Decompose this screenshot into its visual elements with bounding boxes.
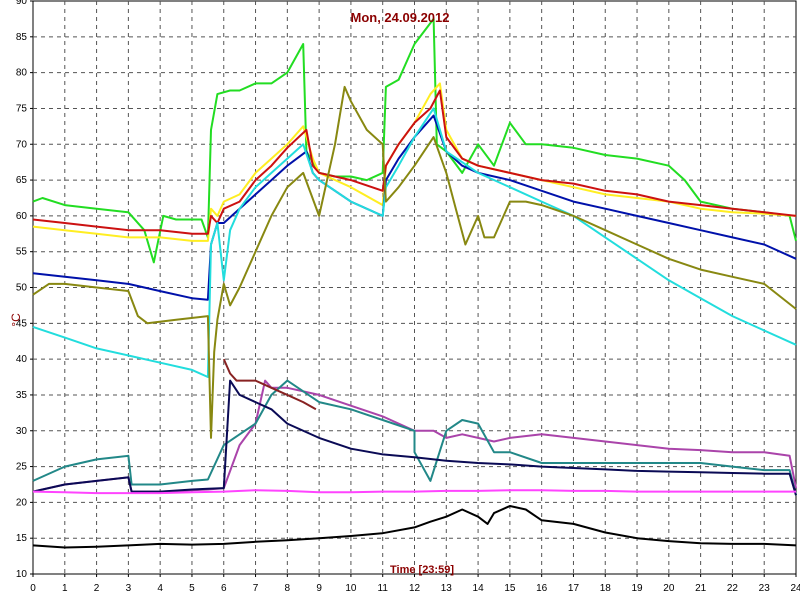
x-tick-label: 9 — [316, 583, 322, 594]
y-tick-label: 75 — [16, 103, 28, 114]
temperature-chart: 1015202530354045505560657075808590 01234… — [9, 0, 800, 594]
y-tick-label: 65 — [16, 175, 28, 186]
x-tick-label: 0 — [30, 583, 36, 594]
y-tick-label: 25 — [16, 462, 28, 473]
x-tick-label: 11 — [378, 583, 389, 594]
x-tick-label: 1 — [62, 583, 68, 594]
x-tick-label: 10 — [345, 583, 357, 594]
y-tick-labels: 1015202530354045505560657075808590 — [16, 0, 33, 580]
x-tick-label: 6 — [221, 583, 227, 594]
x-tick-label: 24 — [790, 583, 800, 594]
y-tick-label: 30 — [16, 426, 28, 437]
x-tick-label: 3 — [126, 583, 132, 594]
x-tick-label: 18 — [600, 583, 612, 594]
x-tick-label: 4 — [157, 583, 163, 594]
y-tick-label: 80 — [16, 68, 28, 79]
x-tick-label: 23 — [759, 583, 771, 594]
y-axis-label: °C — [9, 313, 23, 327]
x-tick-label: 13 — [441, 583, 453, 594]
x-tick-label: 15 — [504, 583, 516, 594]
x-tick-labels: 0 1 2 3 4 5 6 7 8 9 10 11 12 13 14 15 16 17 18 19 20 21 22 23 24 — [30, 574, 800, 594]
x-tick-label: 14 — [473, 583, 485, 594]
x-tick-label: 19 — [631, 583, 643, 594]
x-tick-label: 12 — [409, 583, 421, 594]
y-tick-label: 10 — [16, 569, 28, 580]
x-tick-label: 2 — [94, 583, 100, 594]
chart-title: Mon, 24.09.2012 — [351, 10, 450, 25]
x-tick-label: 17 — [568, 583, 580, 594]
x-tick-label: 5 — [189, 583, 195, 594]
y-tick-label: 15 — [16, 533, 28, 544]
x-axis-label: Time [23:59] — [390, 564, 454, 576]
x-tick-label: 8 — [285, 583, 291, 594]
y-tick-label: 70 — [16, 139, 28, 150]
x-tick-label: 22 — [727, 583, 739, 594]
x-tick-label: 21 — [695, 583, 707, 594]
x-tick-label: 7 — [253, 583, 259, 594]
y-tick-label: 35 — [16, 390, 28, 401]
y-tick-label: 90 — [16, 0, 28, 7]
y-tick-label: 60 — [16, 211, 28, 222]
y-tick-label: 50 — [16, 283, 28, 294]
x-tick-label: 16 — [536, 583, 548, 594]
y-tick-label: 20 — [16, 497, 28, 508]
y-tick-label: 40 — [16, 354, 28, 365]
x-tick-label: 20 — [663, 583, 675, 594]
y-tick-label: 85 — [16, 32, 28, 43]
y-tick-label: 55 — [16, 247, 28, 258]
